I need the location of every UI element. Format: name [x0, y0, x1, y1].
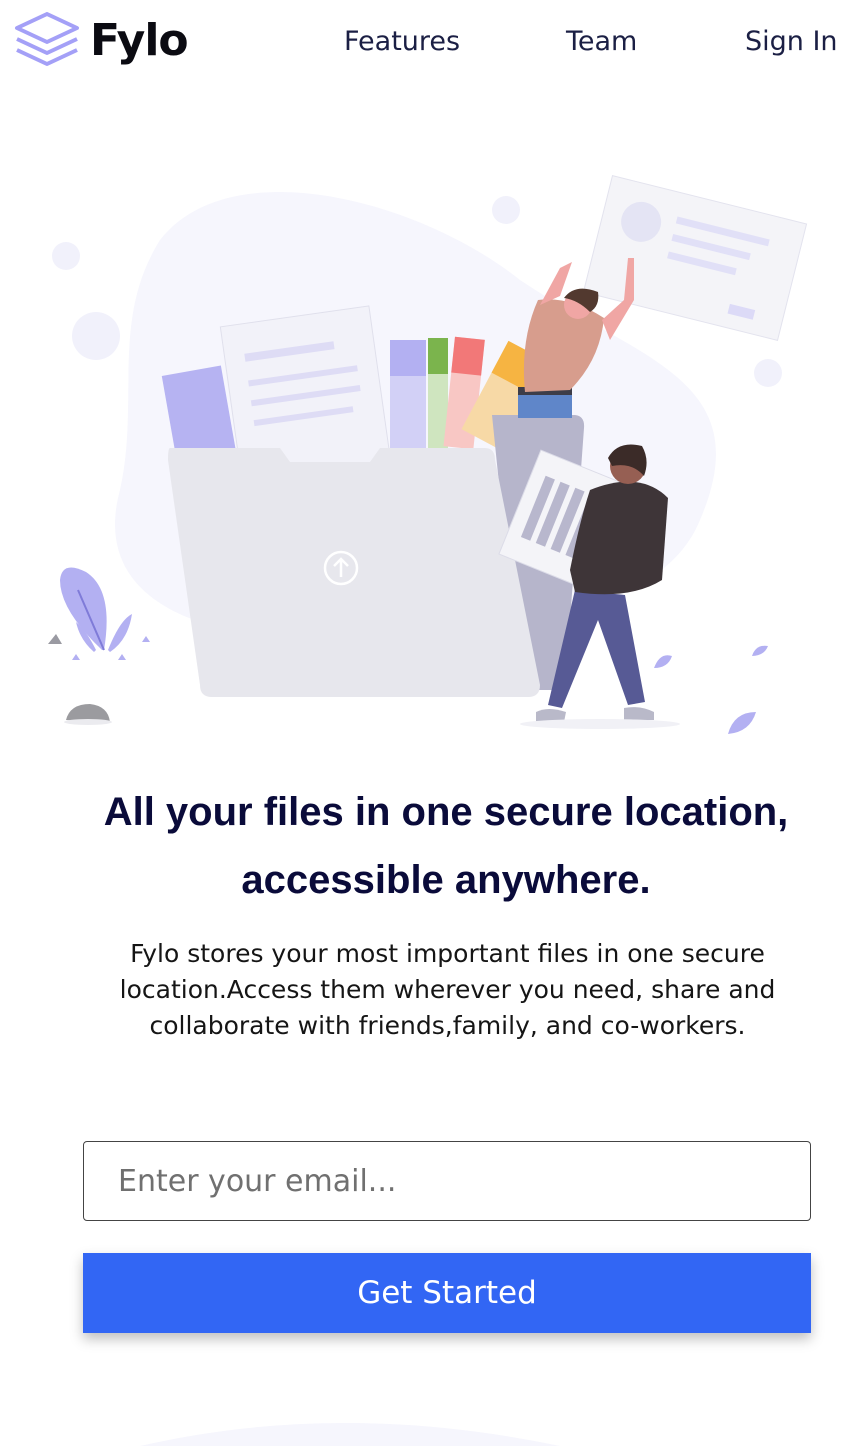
nav-team[interactable]: Team	[566, 26, 637, 57]
logo[interactable]: Fylo	[14, 12, 189, 70]
hero-description: Fylo stores your most important files in…	[119, 939, 776, 1040]
nav-sign-in[interactable]: Sign In	[745, 26, 838, 57]
stacked-layers-icon	[15, 12, 79, 66]
footer-wave-decoration	[140, 1423, 560, 1446]
people-organizing-files-illustration	[48, 174, 808, 734]
email-input[interactable]	[83, 1141, 811, 1221]
headline-line-2: accessible anywhere.	[241, 858, 651, 902]
headline-line-1: All your files in one secure location,	[103, 790, 789, 834]
get-started-button[interactable]: Get Started	[83, 1253, 811, 1333]
site-header: Fylo Features Team Sign In	[0, 0, 850, 90]
brand-name: Fylo	[90, 15, 189, 66]
nav-features[interactable]: Features	[344, 26, 460, 57]
hero-headline: All your files in one secure location, a…	[40, 778, 850, 914]
